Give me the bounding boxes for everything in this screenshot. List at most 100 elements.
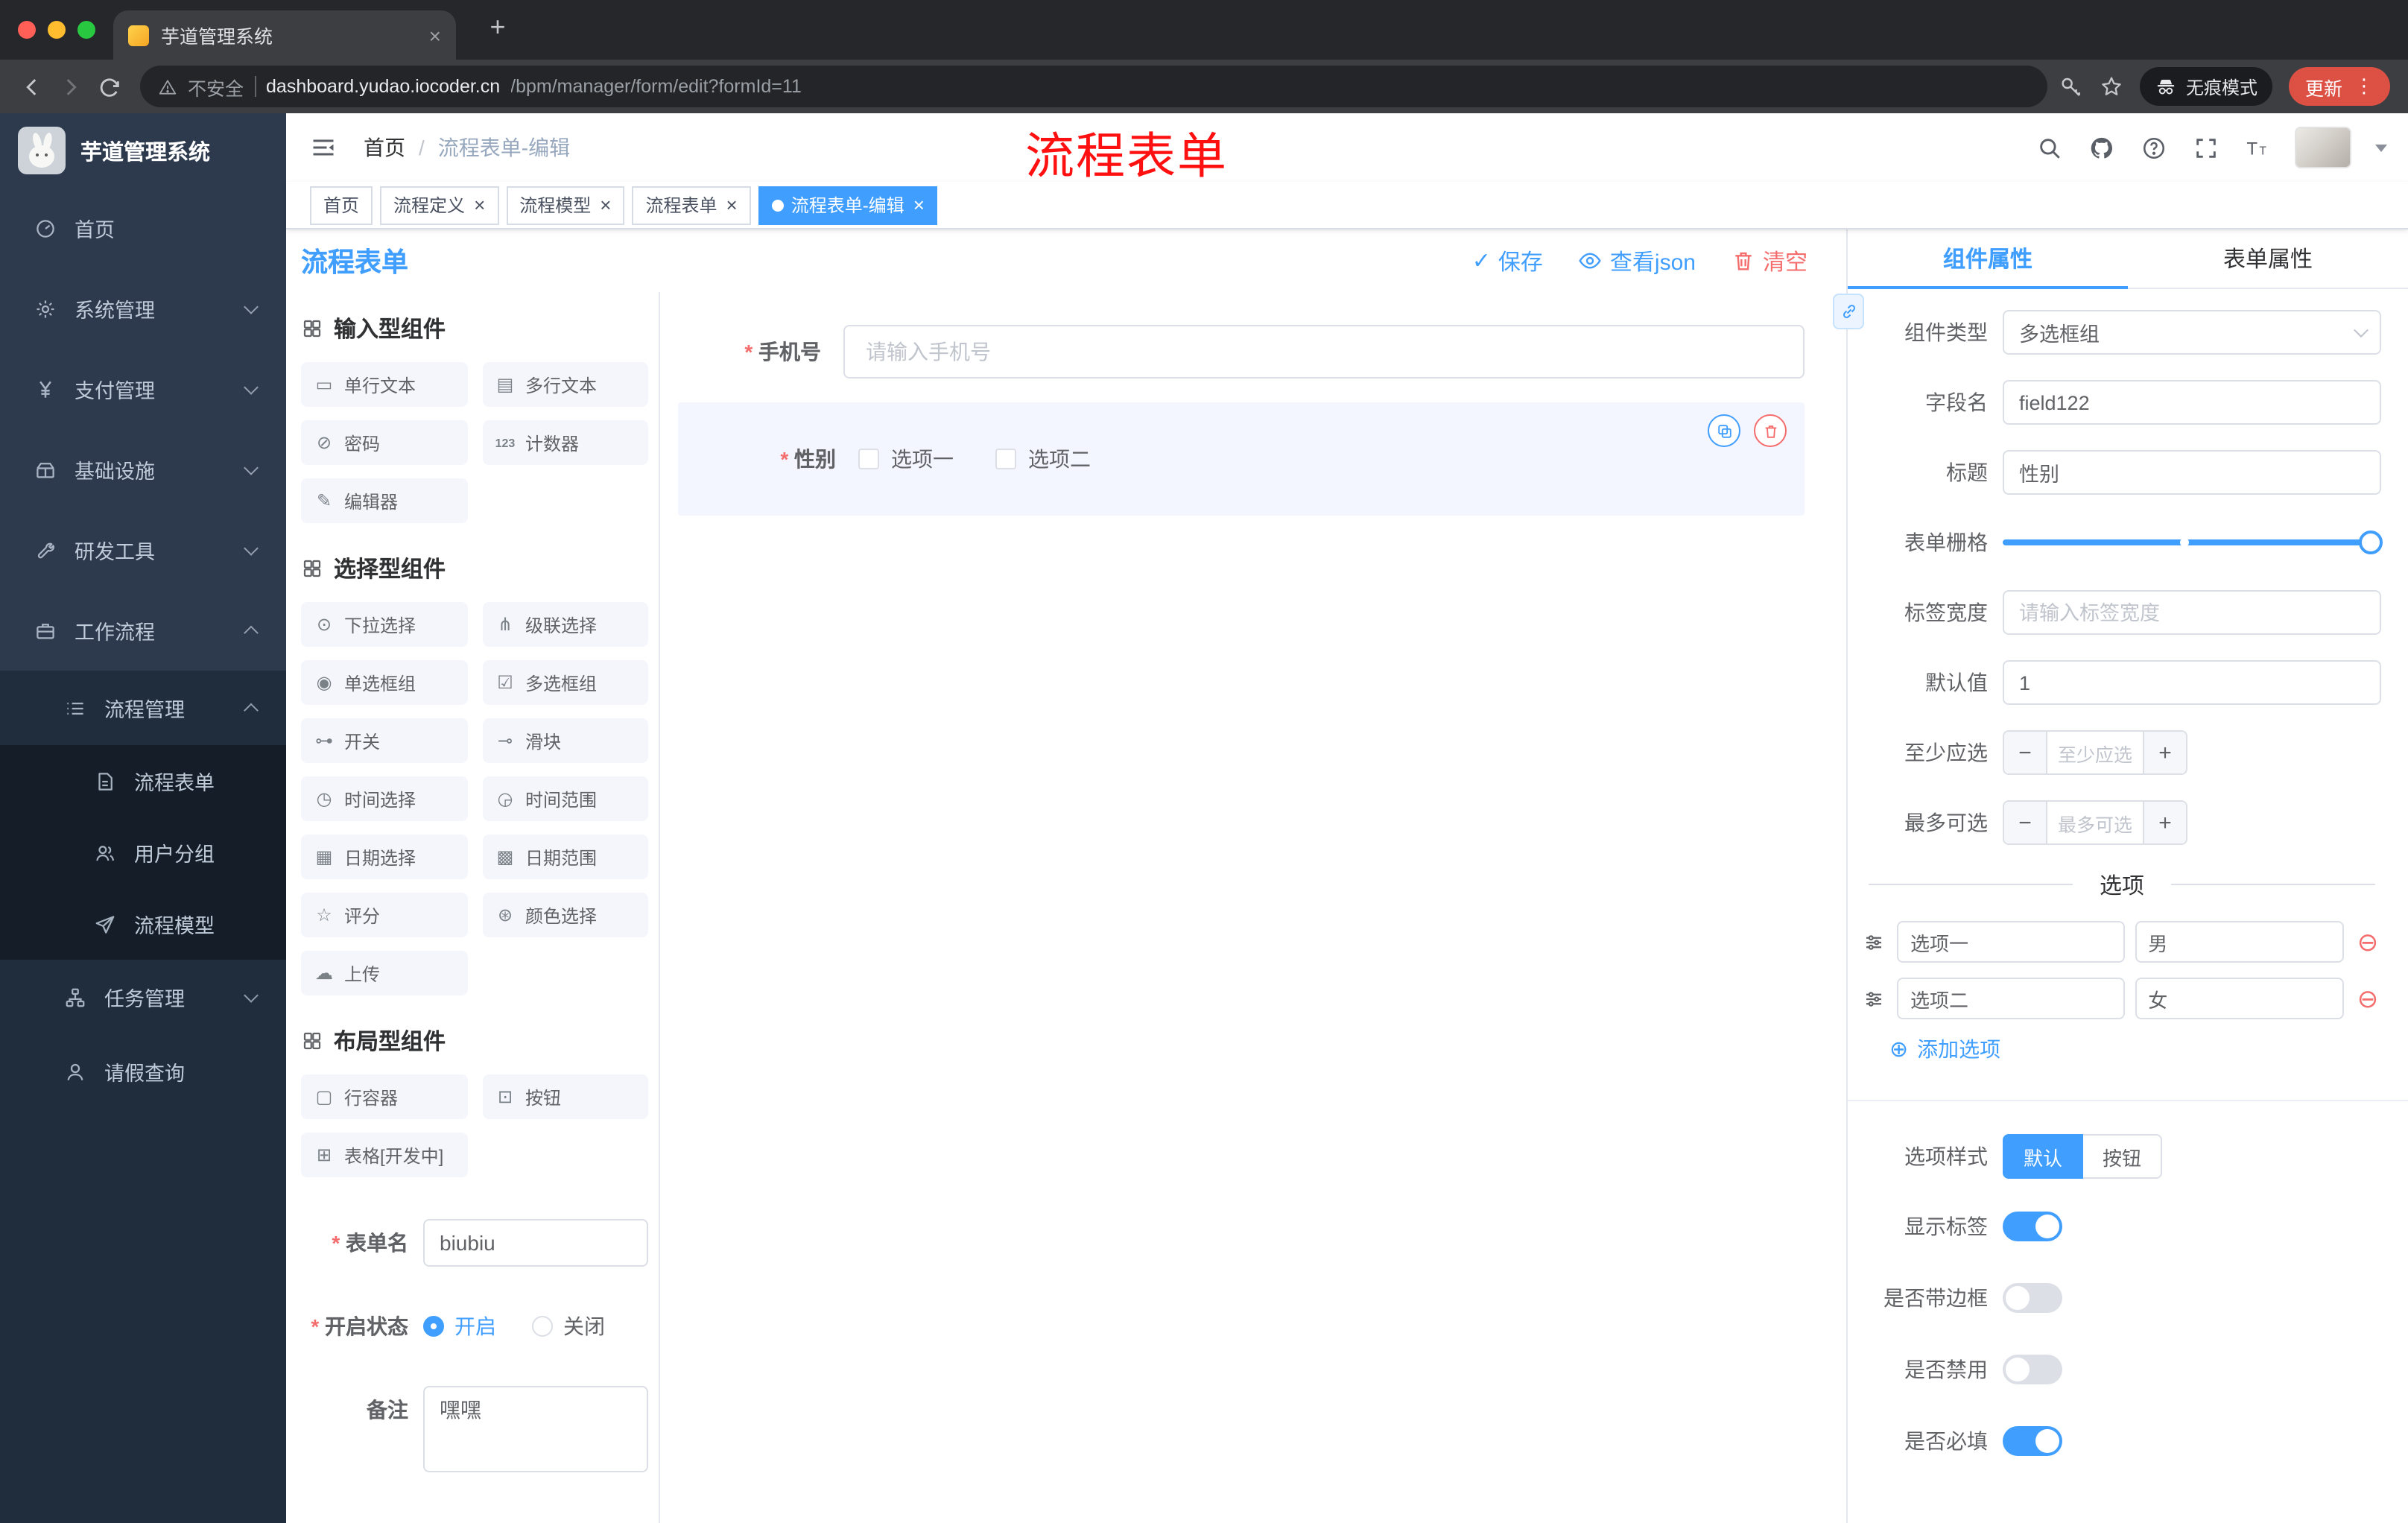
increase-button[interactable]: + xyxy=(2143,802,2186,843)
user-avatar[interactable] xyxy=(2295,127,2351,168)
toggle-switch[interactable] xyxy=(2003,1426,2062,1456)
browser-menu-icon[interactable]: ⋮ xyxy=(2354,75,2374,98)
palette-item-单选框组[interactable]: ◉ 单选框组 xyxy=(301,660,467,705)
tag-首页[interactable]: 首页 xyxy=(310,186,373,224)
font-size-icon[interactable]: TT xyxy=(2243,133,2272,162)
sidebar-item-任务管理[interactable]: 任务管理 xyxy=(0,960,286,1034)
clear-button[interactable]: 清空 xyxy=(1731,245,1807,276)
phone-field-row[interactable]: 手机号 xyxy=(678,325,1805,379)
toggle-switch[interactable] xyxy=(2003,1355,2062,1384)
tag-流程模型[interactable]: 流程模型 × xyxy=(506,186,625,224)
help-icon[interactable] xyxy=(2138,133,2168,162)
checkbox-选项二[interactable]: 选项二 xyxy=(995,444,1091,474)
palette-item-时间范围[interactable]: ◶ 时间范围 xyxy=(482,776,648,821)
option-label-input[interactable] xyxy=(1897,978,2125,1019)
sidebar-item-首页[interactable]: 首页 xyxy=(0,188,286,268)
sidebar-item-流程管理[interactable]: 流程管理 xyxy=(0,671,286,745)
palette-item-日期范围[interactable]: ▩ 日期范围 xyxy=(482,835,648,879)
palette-item-上传[interactable]: ☁ 上传 xyxy=(301,951,467,995)
address-bar[interactable]: 不安全 dashboard.yudao.iocoder.cn /bpm/mana… xyxy=(140,66,2047,107)
tag-流程表单-编辑[interactable]: 流程表单-编辑 × xyxy=(758,186,938,224)
new-tab-button[interactable]: + xyxy=(480,12,516,43)
forward-button[interactable] xyxy=(51,67,89,106)
minimize-window-button[interactable] xyxy=(48,21,66,39)
sidebar-item-流程表单[interactable]: 流程表单 xyxy=(0,745,286,817)
fullscreen-icon[interactable] xyxy=(2190,133,2220,162)
search-icon[interactable] xyxy=(2034,133,2064,162)
browser-tab[interactable]: 芋道管理系统 × xyxy=(113,10,456,60)
toggle-switch[interactable] xyxy=(2003,1212,2062,1241)
tag-close-icon[interactable]: × xyxy=(726,195,738,215)
sidebar-item-请假查询[interactable]: 请假查询 xyxy=(0,1034,286,1109)
update-browser-button[interactable]: 更新 ⋮ xyxy=(2288,67,2390,106)
default-value-input[interactable] xyxy=(2003,660,2381,705)
component-type-select[interactable] xyxy=(2003,310,2381,355)
tag-close-icon[interactable]: × xyxy=(474,195,485,215)
delete-widget-button[interactable] xyxy=(1754,414,1787,447)
field-name-input[interactable] xyxy=(2003,380,2381,425)
checkbox-选项一[interactable]: 选项一 xyxy=(858,444,954,474)
palette-item-级联选择[interactable]: ⋔ 级联选择 xyxy=(482,602,648,647)
palette-item-表格[开发中][interactable]: ⊞ 表格[开发中] xyxy=(301,1133,467,1177)
max-select-value[interactable]: 最多可选 xyxy=(2047,802,2143,843)
decrease-button[interactable]: − xyxy=(2004,802,2047,843)
label-width-input[interactable] xyxy=(2003,590,2381,635)
form-canvas[interactable]: 手机号 性别 选项一 选项二 xyxy=(660,292,1846,1523)
palette-item-按钮[interactable]: ⊡ 按钮 xyxy=(482,1074,648,1119)
palette-item-密码[interactable]: ⊘ 密码 xyxy=(301,420,467,465)
tab-component-props[interactable]: 组件属性 xyxy=(1848,229,2128,288)
drag-handle-icon[interactable] xyxy=(1863,930,1886,954)
gender-field-widget[interactable]: 性别 选项一 选项二 xyxy=(678,402,1805,516)
palette-item-编辑器[interactable]: ✎ 编辑器 xyxy=(301,478,467,523)
radio-enabled[interactable]: 开启 xyxy=(423,1311,496,1341)
tab-form-props[interactable]: 表单属性 xyxy=(2128,229,2408,288)
palette-item-多选框组[interactable]: ☑ 多选框组 xyxy=(482,660,648,705)
close-window-button[interactable] xyxy=(18,21,36,39)
tag-流程定义[interactable]: 流程定义 × xyxy=(380,186,499,224)
tag-流程表单[interactable]: 流程表单 × xyxy=(632,186,751,224)
title-input[interactable] xyxy=(2003,450,2381,495)
tab-close-icon[interactable]: × xyxy=(429,23,441,47)
palette-item-行容器[interactable]: ▢ 行容器 xyxy=(301,1074,467,1119)
sidebar-item-用户分组[interactable]: 用户分组 xyxy=(0,817,286,888)
avatar-caret-icon[interactable] xyxy=(2375,144,2387,151)
link-icon[interactable] xyxy=(1833,294,1864,329)
drag-handle-icon[interactable] xyxy=(1863,987,1886,1010)
increase-button[interactable]: + xyxy=(2143,732,2186,773)
min-select-value[interactable]: 至少应选 xyxy=(2047,732,2143,773)
add-option-button[interactable]: ⊕ 添加选项 xyxy=(1889,1034,2381,1064)
save-button[interactable]: ✓ 保存 xyxy=(1472,245,1543,276)
option-style-default[interactable]: 默认 xyxy=(2003,1134,2084,1179)
tag-close-icon[interactable]: × xyxy=(600,195,611,215)
slider-track[interactable] xyxy=(2003,538,2381,547)
view-json-button[interactable]: 查看json xyxy=(1579,245,1696,276)
sidebar-item-系统管理[interactable]: 系统管理 xyxy=(0,268,286,349)
option-style-button[interactable]: 按钮 xyxy=(2083,1134,2163,1179)
option-value-input[interactable] xyxy=(2135,978,2344,1019)
hamburger-icon[interactable] xyxy=(307,131,340,164)
option-value-input[interactable] xyxy=(2135,921,2344,963)
bookmark-star-icon[interactable] xyxy=(2100,75,2123,98)
decrease-button[interactable]: − xyxy=(2004,732,2047,773)
remove-option-icon[interactable]: ⊖ xyxy=(2354,986,2381,1011)
back-button[interactable] xyxy=(12,67,51,106)
remark-textarea[interactable] xyxy=(423,1386,648,1472)
palette-item-下拉选择[interactable]: ⊙ 下拉选择 xyxy=(301,602,467,647)
tag-close-icon[interactable]: × xyxy=(913,195,925,215)
reload-button[interactable] xyxy=(89,67,128,106)
palette-item-日期选择[interactable]: ▦ 日期选择 xyxy=(301,835,467,879)
phone-input[interactable] xyxy=(843,325,1805,379)
option-label-input[interactable] xyxy=(1897,921,2125,963)
palette-item-评分[interactable]: ☆ 评分 xyxy=(301,893,467,937)
form-name-input[interactable] xyxy=(423,1219,648,1267)
palette-item-计数器[interactable]: 123 计数器 xyxy=(482,420,648,465)
grid-slider[interactable] xyxy=(2003,520,2383,565)
github-icon[interactable] xyxy=(2086,133,2116,162)
copy-widget-button[interactable] xyxy=(1708,414,1740,447)
breadcrumb-home[interactable]: 首页 xyxy=(364,133,405,162)
sidebar-item-支付管理[interactable]: 支付管理 xyxy=(0,349,286,429)
palette-item-多行文本[interactable]: ▤ 多行文本 xyxy=(482,362,648,407)
radio-disabled[interactable]: 关闭 xyxy=(532,1311,605,1341)
palette-item-开关[interactable]: ⊶ 开关 xyxy=(301,718,467,763)
sidebar-item-流程模型[interactable]: 流程模型 xyxy=(0,888,286,960)
